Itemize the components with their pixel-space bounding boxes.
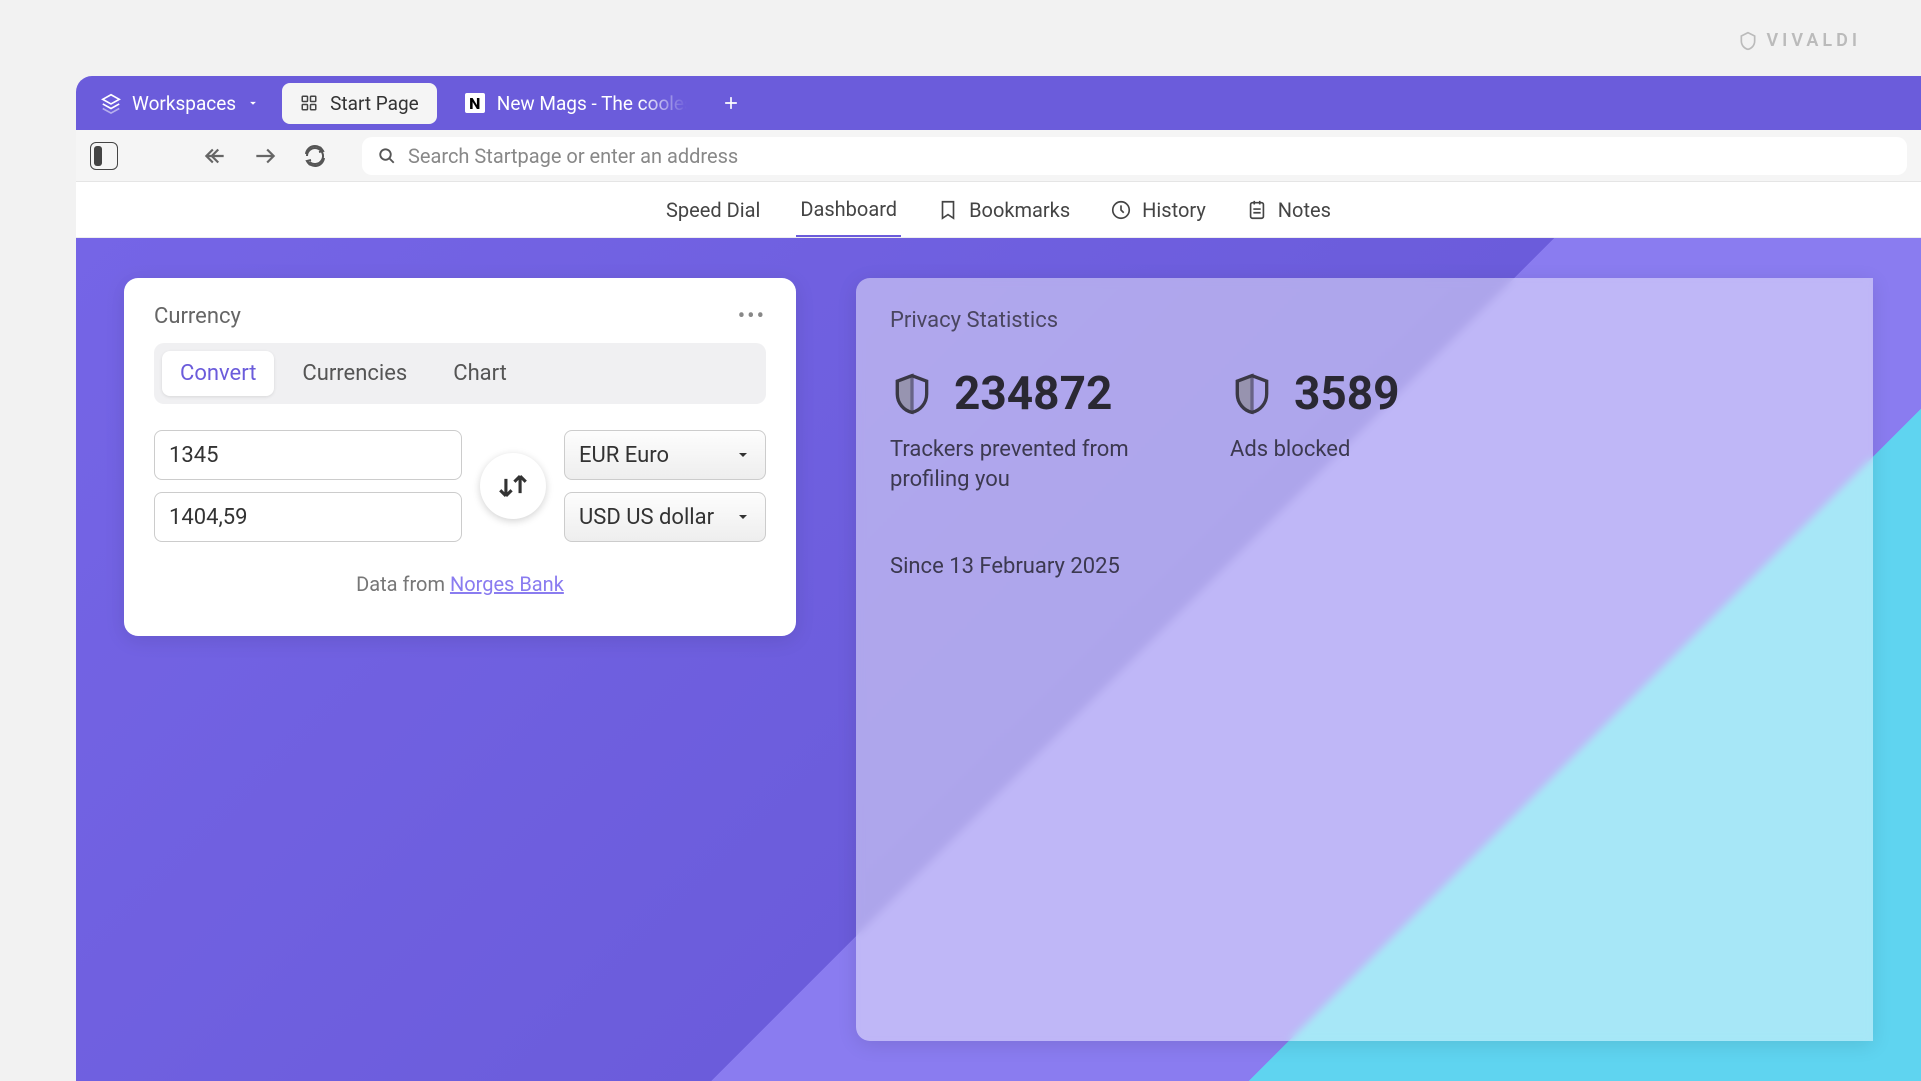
- history-icon: [1110, 199, 1132, 221]
- panel-toggle-button[interactable]: [90, 142, 118, 170]
- currency-tabs: Convert Currencies Chart: [154, 343, 766, 404]
- subnav: Speed Dial Dashboard Bookmarks History N…: [76, 182, 1921, 238]
- tab-new-mags[interactable]: N New Mags - The coolest a: [447, 83, 705, 124]
- brand-name: VIVALDI: [1766, 30, 1861, 51]
- widget-title: Privacy Statistics: [890, 308, 1839, 333]
- browser-window: Workspaces Start Page N New Mags - The c…: [76, 76, 1921, 1081]
- reload-button[interactable]: [302, 143, 328, 169]
- widget-title: Currency: [154, 304, 241, 329]
- amount-to-input[interactable]: [154, 492, 462, 542]
- currency-from-select[interactable]: EUR Euro: [564, 430, 766, 480]
- privacy-widget: Privacy Statistics 234872 Trackers preve…: [856, 278, 1873, 1041]
- ads-stat: 3589 Ads blocked: [1230, 367, 1400, 494]
- trackers-label: Trackers prevented from profiling you: [890, 435, 1150, 494]
- chevron-down-icon: [735, 509, 751, 525]
- subnav-dashboard[interactable]: Dashboard: [796, 183, 901, 237]
- subnav-speed-dial[interactable]: Speed Dial: [662, 184, 764, 236]
- chevron-down-icon: [246, 96, 260, 110]
- forward-button[interactable]: [252, 143, 278, 169]
- grid-icon: [300, 94, 318, 112]
- subnav-notes[interactable]: Notes: [1242, 184, 1335, 236]
- subnav-history[interactable]: History: [1106, 184, 1210, 236]
- address-placeholder: Search Startpage or enter an address: [408, 144, 738, 168]
- data-source: Data from Norges Bank: [154, 572, 766, 596]
- tab-label: New Mags - The coolest a: [497, 92, 687, 115]
- search-icon: [378, 147, 396, 165]
- tab-currencies[interactable]: Currencies: [284, 351, 425, 396]
- currency-widget: Currency ••• Convert Currencies Chart: [124, 278, 796, 636]
- swap-button[interactable]: [480, 453, 546, 519]
- toolbar: Search Startpage or enter an address: [76, 130, 1921, 182]
- trackers-stat: 234872 Trackers prevented from profiling…: [890, 367, 1150, 494]
- amount-from-input[interactable]: [154, 430, 462, 480]
- currency-to-select[interactable]: USD US dollar: [564, 492, 766, 542]
- site-favicon: N: [465, 93, 485, 113]
- tab-label: Start Page: [330, 92, 419, 115]
- brand-logo: VIVALDI: [1738, 30, 1861, 51]
- bookmark-icon: [937, 199, 959, 221]
- widget-menu-button[interactable]: •••: [738, 304, 766, 329]
- trackers-value: 234872: [954, 367, 1112, 421]
- source-link[interactable]: Norges Bank: [450, 572, 564, 596]
- ads-label: Ads blocked: [1230, 435, 1400, 465]
- tab-chart[interactable]: Chart: [435, 351, 525, 396]
- swap-icon: [496, 469, 530, 503]
- back-button[interactable]: [202, 143, 228, 169]
- address-bar[interactable]: Search Startpage or enter an address: [362, 137, 1907, 175]
- workspaces-button[interactable]: Workspaces: [88, 84, 272, 123]
- tab-start-page[interactable]: Start Page: [282, 83, 437, 124]
- shield-icon: [1230, 372, 1274, 416]
- shield-icon: [890, 372, 934, 416]
- tab-bar: Workspaces Start Page N New Mags - The c…: [76, 76, 1921, 130]
- chevron-down-icon: [735, 447, 751, 463]
- privacy-since: Since 13 February 2025: [890, 554, 1839, 579]
- workspaces-label: Workspaces: [132, 92, 236, 115]
- ads-value: 3589: [1294, 367, 1400, 421]
- new-tab-button[interactable]: [715, 87, 747, 119]
- layers-icon: [100, 92, 122, 114]
- dashboard: Currency ••• Convert Currencies Chart: [76, 238, 1921, 1081]
- tab-convert[interactable]: Convert: [162, 351, 274, 396]
- subnav-bookmarks[interactable]: Bookmarks: [933, 184, 1074, 236]
- notes-icon: [1246, 199, 1268, 221]
